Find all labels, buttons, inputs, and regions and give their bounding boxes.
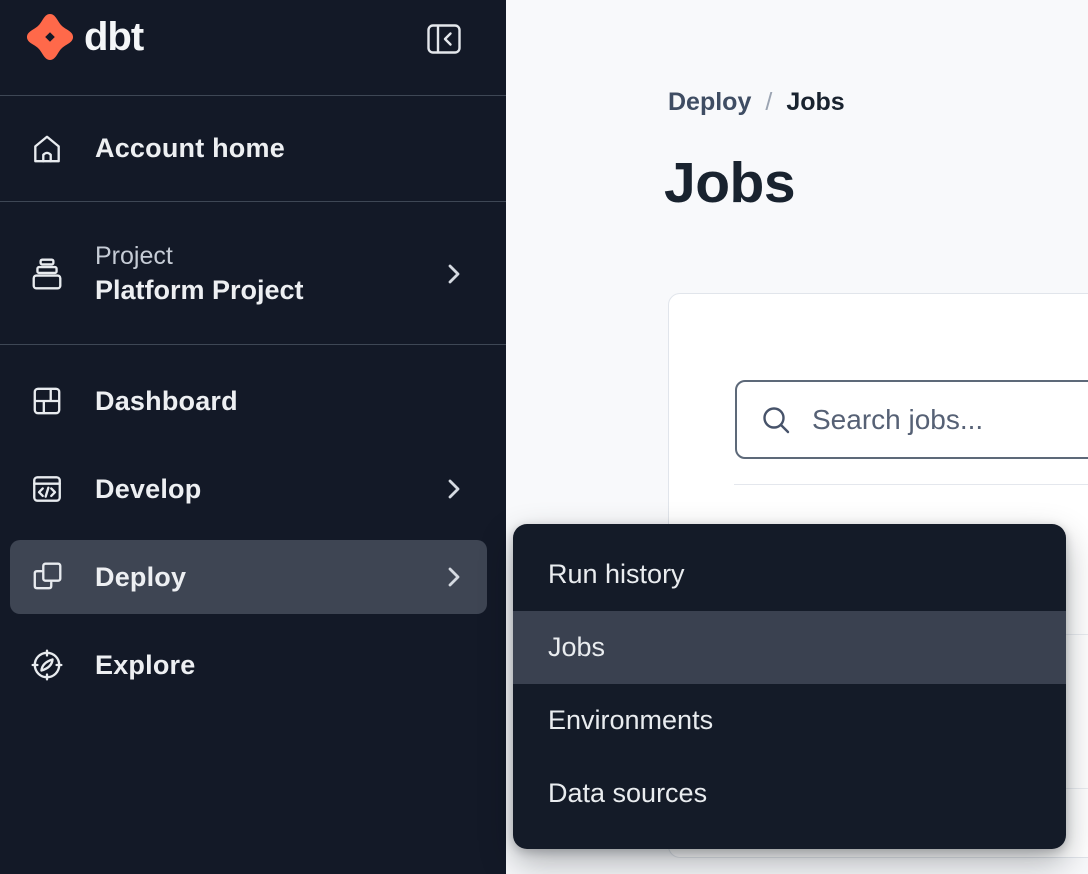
sidebar-item-label: Account home — [95, 133, 285, 164]
flyout-item-data-sources[interactable]: Data sources — [513, 757, 1066, 830]
active-item-highlight — [10, 540, 487, 614]
collapse-sidebar-icon — [426, 23, 462, 55]
search-box — [735, 380, 1088, 459]
search-input[interactable] — [810, 403, 1088, 437]
sidebar-item-deploy[interactable]: Deploy — [0, 533, 506, 621]
sidebar-item-label: Develop — [95, 474, 201, 505]
chevron-right-icon — [446, 262, 462, 286]
brand-wordmark: dbt — [84, 13, 143, 61]
breadcrumb-current: Jobs — [786, 84, 844, 120]
sidebar-item-label: Deploy — [95, 562, 186, 593]
sidebar-item-project[interactable]: Project Platform Project — [0, 203, 506, 345]
overlapping-squares-icon — [30, 560, 64, 594]
project-name: Platform Project — [95, 275, 304, 306]
sidebar: dbt Account home Proje — [0, 0, 506, 874]
sidebar-item-develop[interactable]: Develop — [0, 445, 506, 533]
project-stack-icon — [30, 257, 64, 291]
sidebar-header: dbt — [0, 0, 506, 96]
dbt-logo-icon — [26, 13, 74, 61]
dashboard-icon — [30, 384, 64, 418]
deploy-flyout-menu: Run history Jobs Environments Data sourc… — [513, 524, 1066, 849]
code-window-icon — [30, 472, 64, 506]
flyout-item-jobs[interactable]: Jobs — [513, 611, 1066, 684]
sidebar-item-label: Explore — [95, 650, 195, 681]
sidebar-item-dashboard[interactable]: Dashboard — [0, 357, 506, 445]
chevron-right-icon — [446, 477, 462, 501]
brand-logo: dbt — [26, 13, 143, 61]
flyout-item-environments[interactable]: Environments — [513, 684, 1066, 757]
compass-icon — [30, 648, 64, 682]
project-kicker: Project — [95, 242, 304, 271]
breadcrumb: Deploy / Jobs — [668, 84, 845, 120]
sidebar-item-explore[interactable]: Explore — [0, 621, 506, 709]
sidebar-item-label: Dashboard — [95, 386, 238, 417]
home-icon — [30, 132, 64, 166]
flyout-item-run-history[interactable]: Run history — [513, 538, 1066, 611]
collapse-sidebar-button[interactable] — [426, 23, 462, 55]
breadcrumb-separator: / — [765, 84, 772, 120]
sidebar-item-account-home[interactable]: Account home — [0, 96, 506, 202]
breadcrumb-parent[interactable]: Deploy — [668, 84, 751, 120]
page-title: Jobs — [664, 150, 795, 216]
chevron-right-icon — [446, 565, 462, 589]
search-icon — [759, 403, 793, 437]
card-divider — [734, 484, 1088, 485]
